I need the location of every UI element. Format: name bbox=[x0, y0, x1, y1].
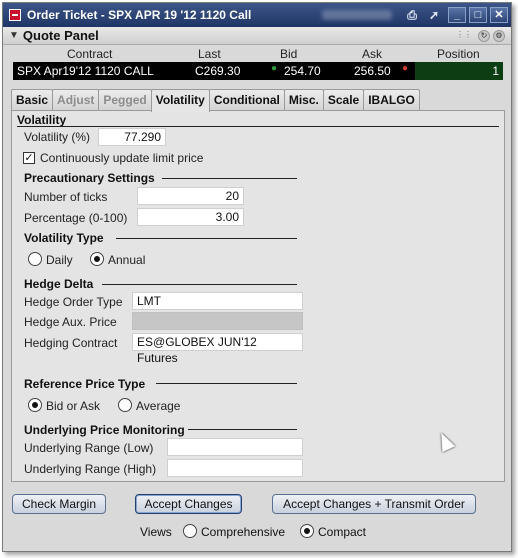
hedge-aux-price-label: Hedge Aux. Price bbox=[24, 315, 117, 329]
ticks-label: Number of ticks bbox=[24, 190, 108, 204]
collapse-icon[interactable]: ▼ bbox=[9, 30, 19, 41]
quote-column-headers: Contract Last Bid Ask Position bbox=[13, 46, 503, 62]
percentage-input[interactable]: 3.00 bbox=[137, 208, 244, 226]
column-header-bid: Bid bbox=[280, 47, 298, 61]
quote-bid: 254.70 bbox=[284, 64, 321, 78]
minimize-button[interactable]: _ bbox=[448, 7, 466, 23]
column-header-last: Last bbox=[198, 47, 221, 61]
hedging-contract-label: Hedging Contract bbox=[24, 336, 118, 350]
section-title-volatility-type: Volatility Type bbox=[24, 231, 104, 245]
comprehensive-radio[interactable] bbox=[183, 524, 197, 538]
hedge-order-type-input[interactable]: LMT bbox=[132, 292, 303, 310]
section-divider bbox=[116, 238, 297, 239]
section-divider bbox=[188, 429, 297, 430]
section-divider bbox=[156, 383, 297, 384]
tab-basic[interactable]: Basic bbox=[11, 89, 54, 111]
close-button[interactable]: ✕ bbox=[490, 7, 508, 23]
check-margin-button[interactable]: Check Margin bbox=[12, 494, 106, 514]
printer-icon[interactable]: ⎙ bbox=[404, 7, 420, 23]
tab-scale[interactable]: Scale bbox=[322, 89, 365, 111]
accept-changes-button[interactable]: Accept Changes bbox=[135, 494, 242, 514]
section-title-reference-price: Reference Price Type bbox=[24, 377, 146, 391]
continuous-update-label: Continuously update limit price bbox=[40, 151, 204, 165]
underlying-low-label: Underlying Range (Low) bbox=[24, 441, 154, 455]
compact-radio[interactable] bbox=[300, 524, 314, 538]
app-logo-icon bbox=[9, 9, 21, 21]
quote-panel-header: ▼ Quote Panel ⋮⋮ ↻ ⚙ bbox=[3, 27, 511, 45]
quote-panel-title: Quote Panel bbox=[22, 28, 99, 43]
order-ticket-window: Order Ticket - SPX APR 19 '12 1120 Call … bbox=[2, 2, 512, 552]
compact-label: Compact bbox=[318, 525, 367, 539]
volatility-tab-panel: Volatility Volatility (%) 77.290 ✓ Conti… bbox=[11, 110, 505, 482]
bid-or-ask-label: Bid or Ask bbox=[46, 399, 101, 413]
underlying-high-input[interactable] bbox=[167, 459, 303, 477]
daily-label: Daily bbox=[46, 253, 73, 267]
section-divider bbox=[17, 126, 499, 127]
pin-icon[interactable]: ➚ bbox=[426, 7, 442, 23]
tab-misc[interactable]: Misc. bbox=[283, 89, 324, 111]
section-divider bbox=[162, 178, 297, 179]
maximize-button[interactable]: □ bbox=[469, 7, 487, 23]
annual-radio[interactable] bbox=[90, 252, 104, 266]
ticks-input[interactable]: 20 bbox=[137, 187, 244, 205]
section-title-precautionary: Precautionary Settings bbox=[24, 171, 155, 185]
section-title-volatility: Volatility bbox=[17, 113, 67, 127]
column-header-contract: Contract bbox=[67, 47, 113, 61]
tab-volatility[interactable]: Volatility bbox=[150, 89, 210, 112]
refresh-icon[interactable]: ↻ bbox=[478, 29, 490, 42]
column-header-ask: Ask bbox=[362, 47, 383, 61]
continuous-update-checkbox[interactable]: ✓ bbox=[23, 152, 35, 164]
tab-bar: Basic Adjust Pegged Volatility Condition… bbox=[11, 89, 420, 112]
section-title-hedge-delta: Hedge Delta bbox=[24, 277, 94, 291]
hedge-order-type-label: Hedge Order Type bbox=[24, 295, 123, 309]
daily-radio[interactable] bbox=[28, 252, 42, 266]
quote-last: C269.30 bbox=[195, 64, 241, 78]
column-header-position: Position bbox=[437, 47, 480, 61]
section-divider bbox=[102, 284, 297, 285]
hedge-aux-price-input bbox=[132, 312, 303, 330]
underlying-low-input[interactable] bbox=[167, 438, 303, 456]
position-cell: 1 bbox=[415, 62, 503, 80]
settings-icon[interactable]: ⚙ bbox=[493, 29, 505, 42]
average-radio[interactable] bbox=[118, 398, 132, 412]
annual-label: Annual bbox=[108, 253, 146, 267]
views-label: Views bbox=[140, 525, 172, 539]
tab-adjust: Adjust bbox=[52, 89, 100, 111]
blurred-account-text bbox=[322, 10, 392, 20]
bid-or-ask-radio[interactable] bbox=[28, 398, 42, 412]
average-label: Average bbox=[136, 399, 181, 413]
volatility-input[interactable]: 77.290 bbox=[98, 128, 166, 146]
bid-up-dot-icon: ● bbox=[271, 63, 278, 74]
quote-ask: 256.50 bbox=[354, 64, 391, 78]
window-title: Order Ticket - SPX APR 19 '12 1120 Call bbox=[27, 8, 252, 22]
tab-conditional[interactable]: Conditional bbox=[208, 89, 285, 111]
section-title-underlying: Underlying Price Monitoring bbox=[24, 423, 185, 437]
underlying-high-label: Underlying Range (High) bbox=[24, 462, 157, 476]
title-bar[interactable]: Order Ticket - SPX APR 19 '12 1120 Call … bbox=[3, 3, 511, 27]
accept-transmit-button[interactable]: Accept Changes + Transmit Order bbox=[272, 494, 476, 514]
tab-pegged: Pegged bbox=[98, 89, 152, 111]
comprehensive-label: Comprehensive bbox=[201, 525, 286, 539]
quote-row[interactable]: SPX Apr19'12 1120 CALL C269.30 ● 254.70 … bbox=[13, 62, 503, 80]
ask-down-dot-icon: ● bbox=[402, 63, 409, 74]
grip-icon: ⋮⋮ bbox=[456, 29, 472, 39]
quote-position: 1 bbox=[492, 64, 499, 78]
volatility-label: Volatility (%) bbox=[24, 130, 91, 144]
percentage-label: Percentage (0-100) bbox=[24, 211, 128, 225]
hedging-contract-input[interactable]: ES@GLOBEX JUN'12 Futures bbox=[132, 333, 303, 365]
quote-contract: SPX Apr19'12 1120 CALL bbox=[17, 64, 154, 78]
tab-ibalgo[interactable]: IBALGO bbox=[363, 89, 420, 111]
